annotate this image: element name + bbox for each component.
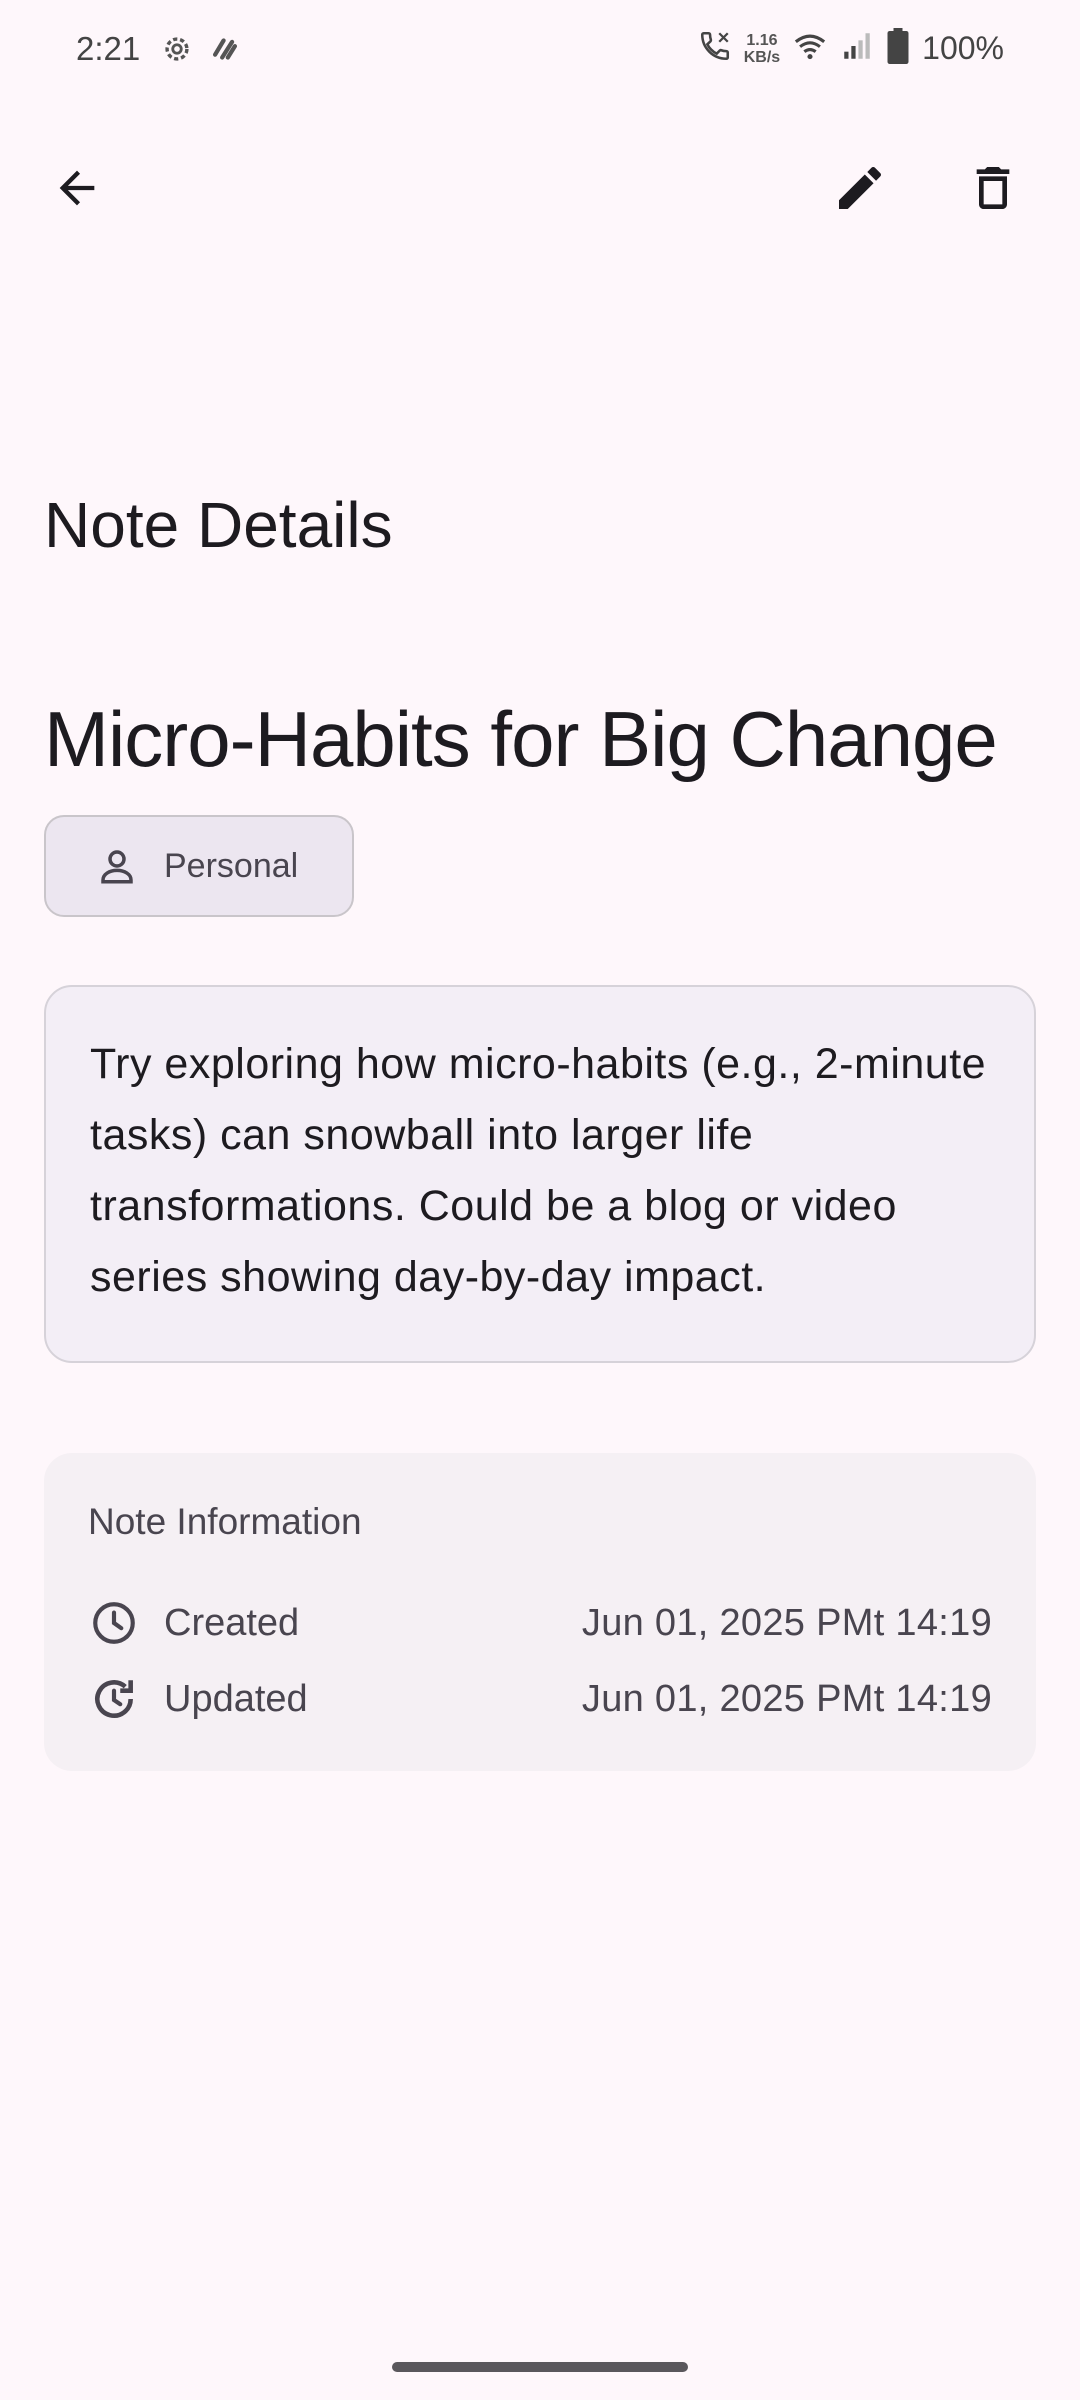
clock-icon — [88, 1597, 140, 1649]
status-left-icons — [160, 32, 242, 71]
note-title: Micro-Habits for Big Change — [44, 695, 998, 783]
arrow-back-icon — [51, 162, 103, 219]
updated-value: Jun 01, 2025 PMt 14:19 — [581, 1677, 992, 1720]
app-notification-icon — [208, 32, 242, 71]
updated-label: Updated — [164, 1677, 308, 1720]
info-title: Note Information — [88, 1501, 362, 1542]
settings-icon — [160, 32, 194, 71]
category-chip[interactable]: Personal — [44, 815, 354, 917]
edit-button[interactable] — [810, 140, 910, 240]
net-speed-unit: KB/s — [743, 48, 781, 66]
note-information-card: Note Information Created Jun 01, 2025 PM… — [44, 1453, 1036, 1771]
delete-trash-icon — [965, 160, 1021, 221]
wifi-icon — [792, 29, 828, 68]
status-time: 2:21 — [76, 30, 141, 67]
created-value: Jun 01, 2025 PMt 14:19 — [581, 1601, 992, 1644]
update-clock-icon — [88, 1673, 140, 1725]
created-row: Created Jun 01, 2025 PMt 14:19 — [88, 1595, 992, 1651]
category-label: Personal — [164, 846, 299, 885]
battery-icon — [886, 28, 910, 69]
person-icon — [96, 845, 138, 887]
note-content: Try exploring how micro-habits (e.g., 2-… — [90, 1040, 987, 1301]
net-speed-value: 1.16 — [746, 31, 778, 49]
delete-button[interactable] — [943, 140, 1043, 240]
created-label: Created — [164, 1601, 300, 1644]
note-content-card: Try exploring how micro-habits (e.g., 2-… — [44, 985, 1036, 1363]
battery-percentage: 100% — [922, 30, 1004, 66]
net-speed: 1.16 KB/s — [744, 32, 780, 66]
updated-row: Updated Jun 01, 2025 PMt 14:19 — [88, 1671, 992, 1727]
app-bar — [0, 140, 1080, 240]
page-title: Note Details — [44, 489, 393, 561]
call-icon — [698, 29, 732, 68]
back-button[interactable] — [27, 140, 127, 240]
edit-pencil-icon — [832, 160, 888, 221]
status-right-icons: 1.16 KB/s 100% — [698, 28, 1004, 69]
status-bar: 2:21 1.16 KB/s 100% — [0, 0, 1080, 100]
home-indicator[interactable] — [392, 2362, 688, 2372]
signal-icon — [840, 29, 874, 68]
